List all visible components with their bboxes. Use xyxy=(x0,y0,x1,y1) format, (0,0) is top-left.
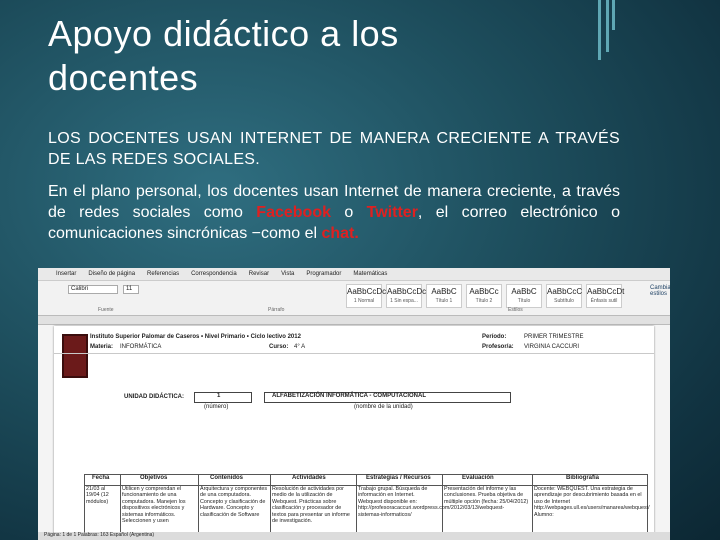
tab-revisar[interactable]: Revisar xyxy=(249,271,269,277)
style-sample: AaBbCcDc xyxy=(387,287,427,296)
profesor-value: VIRGINIA CACCURI xyxy=(524,344,580,350)
style-sample: AaBbCcDc xyxy=(347,287,387,296)
style-sample: AaBbCcDt xyxy=(587,287,625,296)
style-name: Título 1 xyxy=(435,298,453,304)
style-name: Título 2 xyxy=(475,298,493,304)
curso-label: Curso: xyxy=(269,344,289,350)
table-cell: Trabajo grupal. Búsqueda de información … xyxy=(358,486,505,518)
header-rule xyxy=(54,353,654,354)
style-name: 1 Normal xyxy=(353,298,375,304)
style-sin-espaciado[interactable]: AaBbCcDc 1 Sin espa... xyxy=(386,284,426,308)
paragraph-1: LOS DOCENTES USAN INTERNET DE MANERA CRE… xyxy=(48,130,620,168)
style-name: Énfasis sutil xyxy=(590,298,618,304)
style-titulo-1[interactable]: AaBbC Título 1 xyxy=(426,284,462,308)
decorative-stripe xyxy=(598,0,601,60)
style-name: Título xyxy=(517,298,531,304)
periodo-value: PRIMER TRIMESTRE xyxy=(524,334,584,340)
facebook-highlight: Facebook xyxy=(256,204,331,221)
style-enfasis[interactable]: AaBbCcDt Énfasis sutil xyxy=(586,284,625,308)
slide-title-line2: docentes xyxy=(48,57,199,98)
planning-table: Fecha Objetivos Contenidos Actividades E… xyxy=(84,474,650,536)
font-size-select[interactable]: 11 xyxy=(123,285,139,294)
unidad-name: ALFABETIZACIÓN INFORMÁTICA - COMPUTACION… xyxy=(272,393,426,399)
unidad-number-caption: (número) xyxy=(204,404,229,410)
column-divider xyxy=(356,474,357,536)
column-header: Actividades xyxy=(292,475,326,481)
tab-insertar[interactable]: Insertar xyxy=(56,271,76,277)
styles-gallery: AaBbCcDc 1 Normal AaBbCcDc 1 Sin espa... A… xyxy=(346,284,625,308)
paragraph-2-part2: o xyxy=(330,204,367,221)
style-subtitulo[interactable]: AaBbCcC Subtítulo xyxy=(546,284,582,308)
unidad-number-box xyxy=(194,392,252,403)
tab-matematicas[interactable]: Matemáticas xyxy=(353,271,387,277)
group-label-paragraph: Párrafo xyxy=(268,307,285,313)
decorative-stripe xyxy=(606,0,609,52)
table-cell: Arquitectura y componentes de una comput… xyxy=(200,486,268,518)
tab-programador[interactable]: Programador xyxy=(306,271,341,277)
twitter-highlight: Twitter xyxy=(366,204,418,221)
group-label-styles: Estilos xyxy=(508,307,523,313)
unidad-label: UNIDAD DIDÁCTICA: xyxy=(124,394,184,400)
materia-value: INFORMÁTICA xyxy=(120,344,162,350)
tab-vista[interactable]: Vista xyxy=(281,271,294,277)
style-sample: AaBbC xyxy=(431,287,457,296)
word-screenshot: Insertar Diseño de página Referencias Co… xyxy=(38,268,670,540)
style-titulo[interactable]: AaBbC Título xyxy=(506,284,542,308)
status-bar: Página: 1 de 1 Palabras: 163 Español (Ar… xyxy=(38,532,670,540)
paragraph-2: En el plano personal, los docentes usan … xyxy=(48,181,620,244)
table-cell: 21/03 al 19/04 (12 módulos) xyxy=(86,486,109,505)
decorative-stripe xyxy=(612,0,615,30)
column-header: Evaluación xyxy=(462,475,494,481)
profesor-label: Profesor/a: xyxy=(482,344,514,350)
column-header: Estrategias / Recursos xyxy=(366,475,431,481)
unidad-name-caption: (nombre de la unidad) xyxy=(354,404,413,410)
column-divider xyxy=(120,474,121,536)
periodo-label: Período: xyxy=(482,334,507,340)
font-name-select[interactable]: Calibri xyxy=(68,285,118,294)
table-cell: Presentación del informe y las conclusio… xyxy=(444,486,529,505)
table-cell: Resolución de actividades por medio de l… xyxy=(272,486,350,525)
change-styles-button[interactable]: Cambiar estilos xyxy=(650,285,670,297)
style-sample: AaBbCc xyxy=(469,287,499,296)
style-titulo-2[interactable]: AaBbCc Título 2 xyxy=(466,284,502,308)
curso-value: 4° A xyxy=(294,344,306,350)
ruler xyxy=(38,316,670,325)
style-name: Subtítulo xyxy=(554,298,574,304)
tab-referencias[interactable]: Referencias xyxy=(147,271,179,277)
style-sample: AaBbCcC xyxy=(547,287,583,296)
column-header: Contenidos xyxy=(210,475,243,481)
ribbon: Calibri 11 AaBbCcDc 1 Normal AaBbCcDc 1 Si… xyxy=(38,281,670,316)
style-normal[interactable]: AaBbCcDc 1 Normal xyxy=(346,284,386,308)
column-divider xyxy=(198,474,199,536)
style-sample: AaBbC xyxy=(511,287,537,296)
group-label-font: Fuente xyxy=(98,307,114,313)
document-page: Instituto Superior Palomar de Caseros • … xyxy=(54,326,654,536)
style-name: 1 Sin espa... xyxy=(390,298,418,304)
ribbon-tabs: Insertar Diseño de página Referencias Co… xyxy=(38,268,670,281)
column-header: Fecha xyxy=(92,475,110,481)
chat-highlight: chat. xyxy=(321,225,359,242)
table-cell: Utilicen y comprendan el funcionamiento … xyxy=(122,486,186,525)
table-cell: Docente: WEBQUEST. Una estrategia de apr… xyxy=(534,486,650,518)
tab-correspondencia[interactable]: Correspondencia xyxy=(191,271,237,277)
institute-name: Instituto Superior Palomar de Caseros • … xyxy=(90,334,301,340)
column-divider xyxy=(270,474,271,536)
materia-label: Materia: xyxy=(90,344,114,350)
tab-diseno[interactable]: Diseño de página xyxy=(88,271,135,277)
column-divider xyxy=(84,474,85,536)
slide-title-line1: Apoyo didáctico a los xyxy=(48,13,399,54)
column-divider xyxy=(532,474,533,536)
column-header: Objetivos xyxy=(140,475,168,481)
school-logo xyxy=(62,334,88,378)
slide-title: Apoyo didáctico a los docentes xyxy=(48,12,399,100)
unidad-number: 1 xyxy=(217,393,221,399)
column-header: Bibliografía xyxy=(566,475,600,481)
